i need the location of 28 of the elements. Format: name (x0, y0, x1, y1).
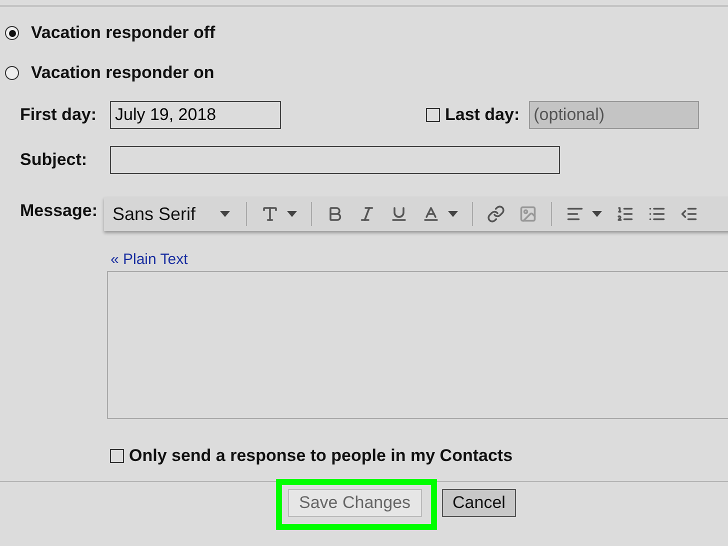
text-color-icon (422, 205, 440, 223)
date-field[interactable]: July 19, 2018 (110, 101, 281, 129)
checkbox[interactable] (110, 449, 124, 463)
field-label: Subject: (20, 150, 88, 170)
field-label: First day: (20, 105, 98, 125)
radio-label: Vacation responder off (31, 23, 216, 43)
caret-icon (592, 211, 602, 217)
underline-icon (390, 205, 408, 223)
indent-less-icon (680, 205, 698, 223)
radio-button[interactable] (5, 66, 19, 80)
link-icon (486, 205, 505, 223)
numbered-list-icon (616, 205, 634, 223)
subject-field[interactable] (110, 146, 560, 174)
align-icon (566, 205, 584, 223)
cancel-button[interactable]: Cancel (442, 489, 516, 517)
caret-icon (220, 211, 230, 217)
image-icon (518, 205, 537, 223)
caret-icon (286, 211, 297, 217)
bulleted-list-icon (648, 205, 666, 223)
field-label: Message: (19, 200, 98, 222)
radio-button[interactable] (5, 26, 19, 40)
checkbox-label: Only send a response to people in my Contacts (129, 446, 513, 466)
font-dropdown[interactable]: Sans Serif (112, 204, 230, 224)
plain-text-link[interactable]: « Plain Text (110, 251, 188, 268)
field-label: Last day: (445, 105, 520, 125)
text-size-icon (260, 205, 279, 223)
caret-icon (448, 211, 458, 217)
radio-label: Vacation responder on (31, 63, 214, 83)
